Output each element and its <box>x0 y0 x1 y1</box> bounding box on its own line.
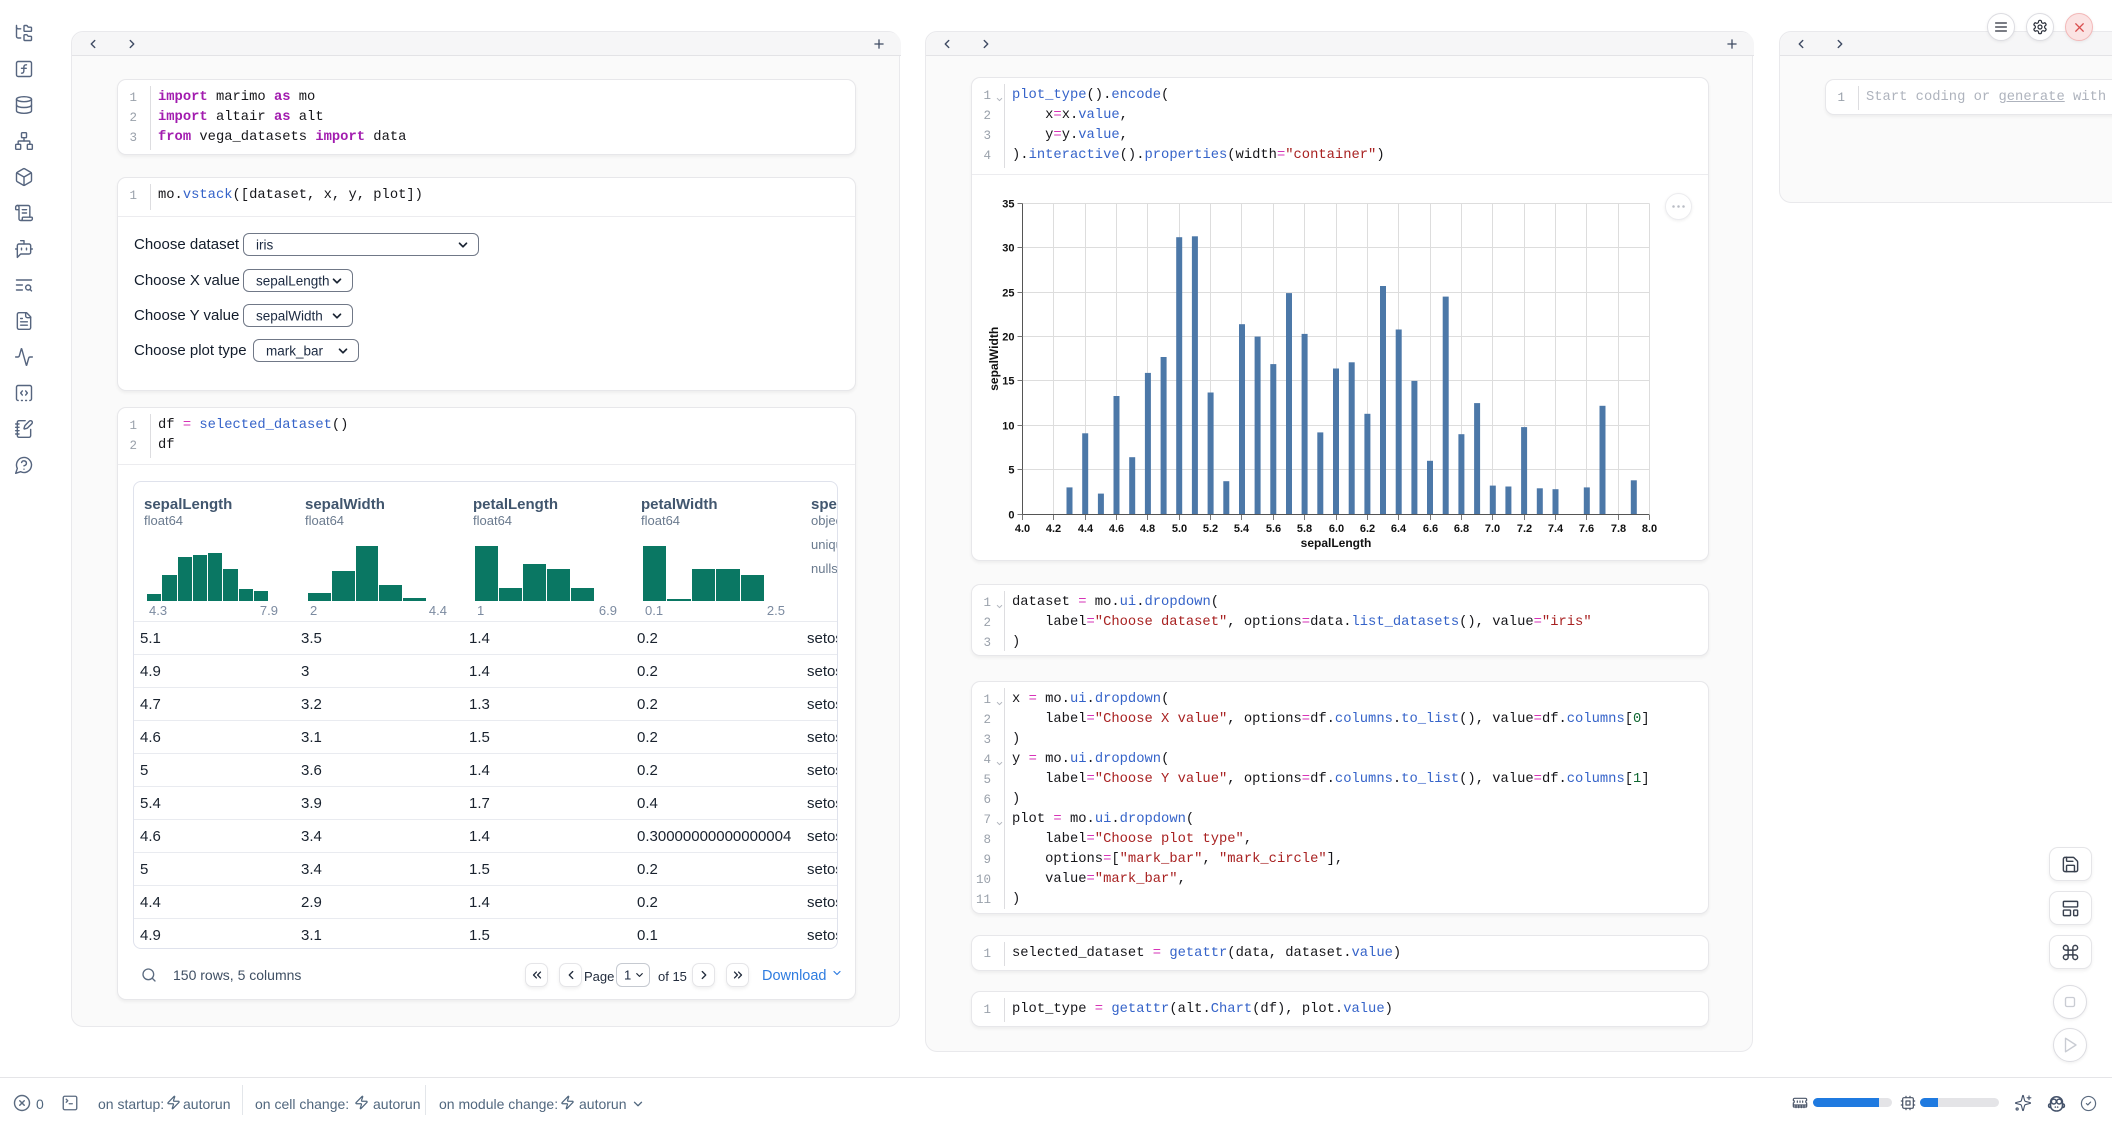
svg-text:6.2: 6.2 <box>1360 523 1375 535</box>
svg-text:5.6: 5.6 <box>1266 523 1281 535</box>
svg-text:20: 20 <box>1002 332 1014 344</box>
svg-text:5.4: 5.4 <box>1234 523 1250 535</box>
svg-text:10: 10 <box>1002 421 1014 433</box>
svg-text:sepalWidth: sepalWidth <box>987 327 1001 391</box>
svg-text:6.0: 6.0 <box>1329 523 1344 535</box>
svg-text:8.0: 8.0 <box>1642 523 1657 535</box>
svg-text:sepalLength: sepalLength <box>1301 536 1372 550</box>
svg-text:7.0: 7.0 <box>1485 523 1500 535</box>
svg-text:15: 15 <box>1002 376 1014 388</box>
svg-text:6.8: 6.8 <box>1454 523 1469 535</box>
svg-text:7.2: 7.2 <box>1517 523 1532 535</box>
svg-text:7.4: 7.4 <box>1548 523 1564 535</box>
svg-text:0: 0 <box>1008 510 1014 522</box>
svg-text:6.4: 6.4 <box>1391 523 1407 535</box>
svg-text:7.6: 7.6 <box>1579 523 1594 535</box>
svg-text:6.6: 6.6 <box>1423 523 1438 535</box>
svg-text:4.0: 4.0 <box>1015 523 1030 535</box>
svg-text:5.0: 5.0 <box>1172 523 1187 535</box>
svg-text:4.4: 4.4 <box>1078 523 1094 535</box>
svg-text:30: 30 <box>1002 243 1014 255</box>
svg-text:5.8: 5.8 <box>1297 523 1312 535</box>
svg-text:5: 5 <box>1008 465 1014 477</box>
svg-text:4.6: 4.6 <box>1109 523 1124 535</box>
svg-text:4.2: 4.2 <box>1046 523 1061 535</box>
svg-text:7.8: 7.8 <box>1611 523 1626 535</box>
svg-text:5.2: 5.2 <box>1203 523 1218 535</box>
svg-text:4.8: 4.8 <box>1140 523 1155 535</box>
svg-text:25: 25 <box>1002 288 1014 300</box>
svg-text:35: 35 <box>1002 199 1014 211</box>
